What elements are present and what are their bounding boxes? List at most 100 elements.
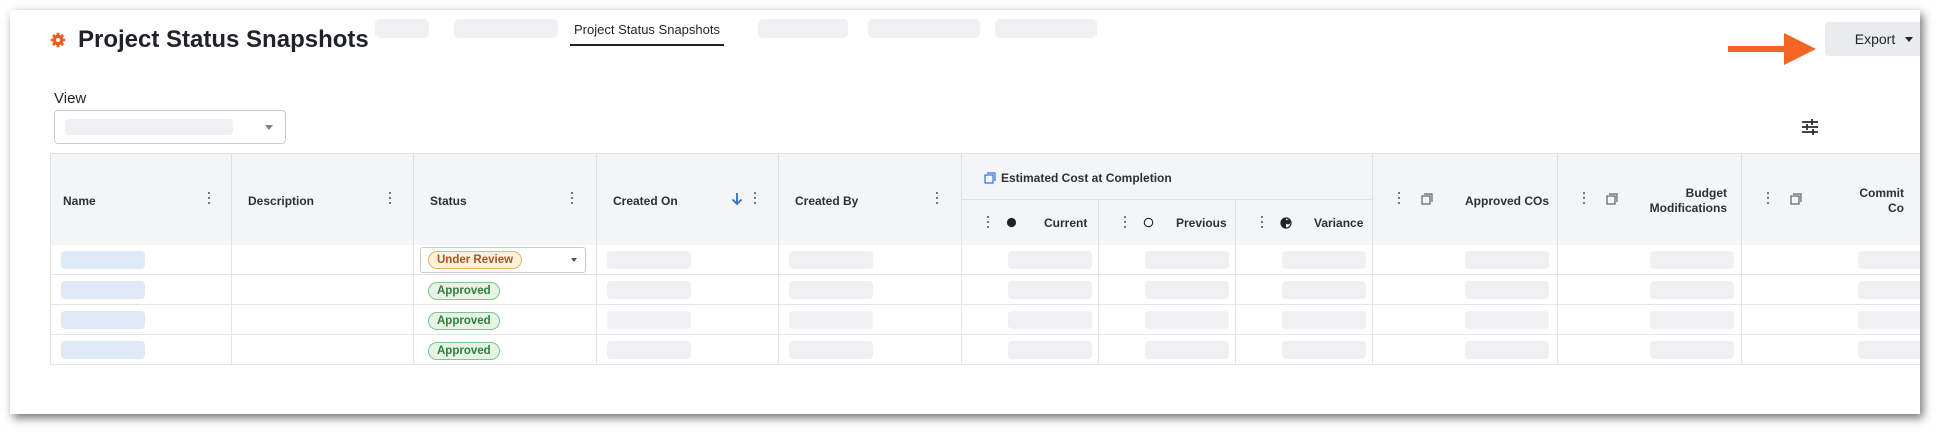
kebab-icon[interactable] xyxy=(753,192,757,206)
value-placeholder xyxy=(1650,281,1734,299)
sliders-icon[interactable] xyxy=(1800,118,1820,136)
cell-created-by xyxy=(779,245,962,275)
column-label: Description xyxy=(248,194,315,208)
value-placeholder xyxy=(1858,281,1920,299)
page-title: Project Status Snapshots xyxy=(78,26,369,53)
table-row[interactable]: Approved xyxy=(50,275,1920,305)
cell-approved-cos xyxy=(1373,245,1558,275)
column-header-current[interactable]: Current xyxy=(962,200,1099,245)
value-placeholder xyxy=(789,281,873,299)
column-label: Budget Modifications xyxy=(1649,186,1727,215)
column-header-previous[interactable]: Previous xyxy=(1099,200,1236,245)
cell-status[interactable]: Approved xyxy=(414,305,597,335)
table-row[interactable]: Approved xyxy=(50,335,1920,365)
status-badge: Approved xyxy=(428,312,500,330)
half-circle-icon xyxy=(1280,217,1292,229)
cell-description xyxy=(232,275,414,305)
cell-created-by xyxy=(779,335,962,365)
status-badge: Approved xyxy=(428,282,500,300)
name-link-placeholder[interactable] xyxy=(61,341,145,359)
cell-budget-modifications xyxy=(1558,275,1742,305)
kebab-icon[interactable] xyxy=(935,192,939,206)
view-select[interactable] xyxy=(54,110,286,144)
column-header-created-by[interactable]: Created By xyxy=(779,154,962,245)
cell-description xyxy=(232,335,414,365)
cell-current xyxy=(962,335,1099,365)
name-link-placeholder[interactable] xyxy=(61,251,145,269)
table-row[interactable]: Approved xyxy=(50,305,1920,335)
column-header-budget-modifications[interactable]: Budget Modifications xyxy=(1558,154,1742,245)
table-row[interactable]: Under Review xyxy=(50,245,1920,275)
column-label: Created On xyxy=(613,194,678,208)
column-label: Commit Co xyxy=(1859,186,1904,215)
arrow-down-icon[interactable] xyxy=(731,192,743,206)
name-link-placeholder[interactable] xyxy=(61,311,145,329)
tab-placeholder[interactable] xyxy=(454,19,558,38)
tab-placeholder[interactable] xyxy=(868,19,980,38)
column-header-approved-cos[interactable]: Approved COs xyxy=(1373,154,1558,245)
arrow-right-icon xyxy=(1728,33,1816,65)
cell-budget-modifications xyxy=(1558,335,1742,365)
cell-name[interactable] xyxy=(50,335,232,365)
cell-status[interactable]: Approved xyxy=(414,275,597,305)
cell-name[interactable] xyxy=(50,305,232,335)
tab-project-status-snapshots[interactable]: Project Status Snapshots xyxy=(570,22,724,46)
cell-variance xyxy=(1236,275,1373,305)
value-placeholder xyxy=(1650,251,1734,269)
value-placeholder xyxy=(1282,251,1366,269)
export-button[interactable]: Export xyxy=(1825,22,1920,56)
empty-circle-icon xyxy=(1143,217,1154,228)
cell-current xyxy=(962,305,1099,335)
kebab-icon[interactable] xyxy=(207,192,211,206)
cell-created-on xyxy=(597,275,779,305)
cell-description xyxy=(232,245,414,275)
kebab-icon[interactable] xyxy=(986,216,990,230)
column-header-created-on[interactable]: Created On xyxy=(597,154,779,245)
chevron-down-icon xyxy=(265,125,273,130)
value-placeholder xyxy=(1145,311,1229,329)
kebab-icon[interactable] xyxy=(388,192,392,206)
value-placeholder xyxy=(789,251,873,269)
value-placeholder xyxy=(607,251,691,269)
value-placeholder xyxy=(1465,311,1549,329)
kebab-icon[interactable] xyxy=(1260,216,1264,230)
cell-variance xyxy=(1236,335,1373,365)
value-placeholder xyxy=(1465,251,1549,269)
cell-name[interactable] xyxy=(50,245,232,275)
value-placeholder xyxy=(1145,251,1229,269)
value-placeholder xyxy=(1465,281,1549,299)
cell-status[interactable]: Approved xyxy=(414,335,597,365)
cell-approved-cos xyxy=(1373,275,1558,305)
kebab-icon[interactable] xyxy=(1766,192,1770,206)
cell-current xyxy=(962,245,1099,275)
kebab-icon[interactable] xyxy=(570,192,574,206)
column-header-name[interactable]: Name xyxy=(50,154,232,245)
column-header-status[interactable]: Status xyxy=(414,154,597,245)
page-header: Project Status Snapshots Project Status … xyxy=(10,10,1920,70)
kebab-icon[interactable] xyxy=(1397,192,1401,206)
value-placeholder xyxy=(1465,341,1549,359)
column-label: Current xyxy=(1044,216,1088,230)
value-placeholder xyxy=(1008,311,1092,329)
kebab-icon[interactable] xyxy=(1582,192,1586,206)
cell-name[interactable] xyxy=(50,275,232,305)
value-placeholder xyxy=(1282,341,1366,359)
cell-committed-costs xyxy=(1742,245,1920,275)
filled-circle-icon xyxy=(1006,217,1017,228)
tab-placeholder[interactable] xyxy=(758,19,848,38)
value-placeholder xyxy=(1008,341,1092,359)
tab-placeholder[interactable] xyxy=(995,19,1097,38)
column-group-estimated-cost[interactable]: Estimated Cost at Completion xyxy=(962,154,1373,200)
value-placeholder xyxy=(1008,251,1092,269)
column-header-variance[interactable]: Variance xyxy=(1236,200,1373,245)
kebab-icon[interactable] xyxy=(1123,216,1127,230)
copy-icon xyxy=(1421,193,1433,205)
name-link-placeholder[interactable] xyxy=(61,281,145,299)
cell-previous xyxy=(1099,305,1236,335)
column-header-committed-costs[interactable]: Commit Co xyxy=(1742,154,1920,245)
cell-status[interactable]: Under Review xyxy=(414,245,597,275)
column-header-description[interactable]: Description xyxy=(232,154,414,245)
tab-placeholder[interactable] xyxy=(375,19,429,38)
cell-approved-cos xyxy=(1373,335,1558,365)
status-select[interactable]: Under Review xyxy=(420,247,586,273)
